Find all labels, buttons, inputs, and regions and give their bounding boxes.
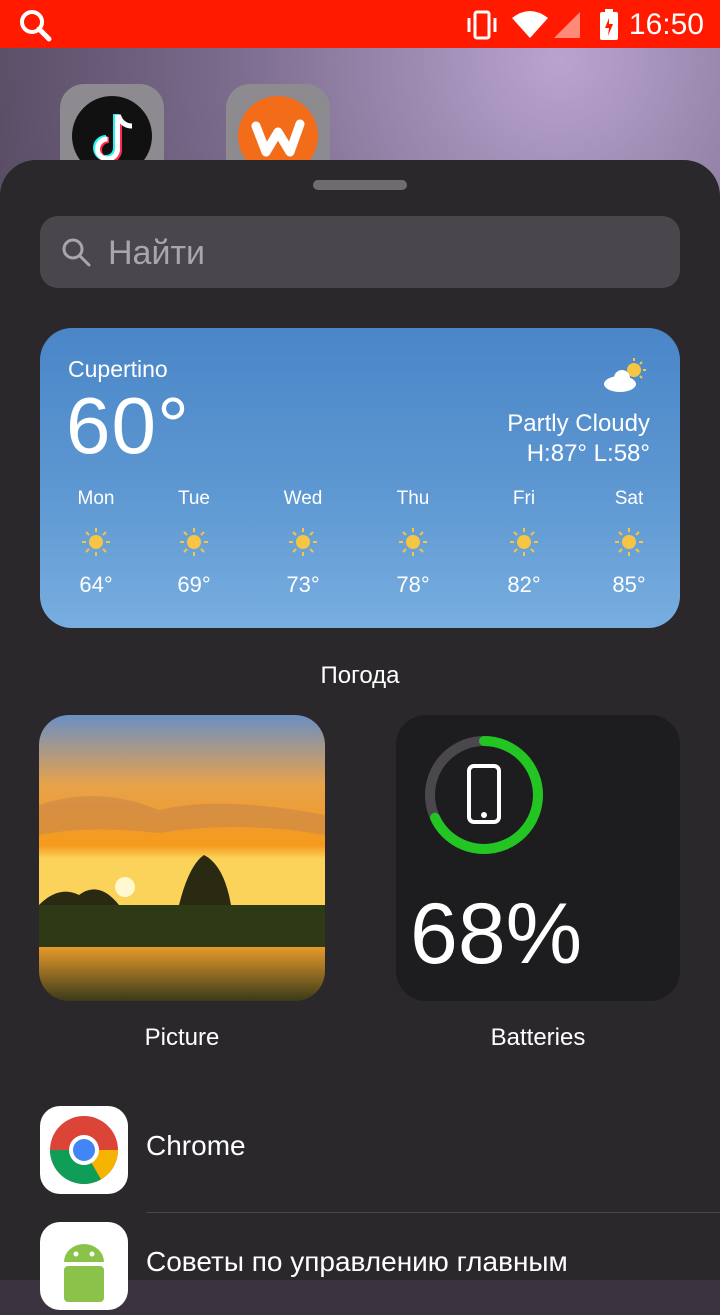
wifi-icon	[512, 11, 548, 38]
battery-widget[interactable]: 68%	[396, 715, 680, 1001]
battery-charging-icon	[600, 9, 618, 40]
status-bar: 16:50	[0, 0, 720, 48]
clock: 16:50	[628, 8, 704, 41]
forecast-day: Thu 78°	[373, 488, 453, 598]
phone-icon	[467, 764, 501, 824]
sunny-icon	[399, 528, 427, 556]
sunny-icon	[615, 528, 643, 556]
forecast-day: Sat 85°	[589, 488, 669, 598]
sunny-icon	[180, 528, 208, 556]
forecast-day-name: Wed	[283, 488, 323, 509]
battery-widget-label: Batteries	[490, 1024, 586, 1051]
forecast-temp: 85°	[612, 572, 646, 597]
list-item-chrome[interactable]: Chrome	[40, 1106, 720, 1196]
forecast-day: Wed 73°	[263, 488, 343, 598]
search-bar[interactable]	[40, 216, 680, 288]
weather-condition: Partly Cloudy	[507, 410, 650, 437]
sunny-icon	[82, 528, 110, 556]
forecast-temp: 69°	[177, 572, 211, 597]
picture-widget-label: Picture	[144, 1024, 220, 1051]
sunny-icon	[289, 528, 317, 556]
forecast-temp: 64°	[79, 572, 113, 597]
list-item-label: Chrome	[146, 1130, 246, 1161]
weather-high-low: H:87° L:58°	[526, 440, 650, 467]
forecast-day-name: Thu	[396, 488, 430, 509]
forecast-day-name: Fri	[512, 488, 536, 509]
search-input[interactable]	[106, 228, 670, 278]
weather-temperature: 60°	[66, 381, 190, 470]
vibrate-icon	[467, 10, 497, 40]
android-icon	[40, 1222, 128, 1310]
weather-city: Cupertino	[68, 356, 168, 382]
search-icon[interactable]	[18, 8, 52, 42]
search-icon	[62, 238, 91, 267]
chrome-icon	[40, 1106, 128, 1194]
forecast-temp: 82°	[507, 572, 541, 597]
signal-icon	[554, 12, 580, 38]
sunny-icon	[510, 528, 538, 556]
weather-widget-label: Погода	[320, 662, 400, 689]
forecast-day: Tue 69°	[154, 488, 234, 598]
partly-cloudy-icon	[604, 358, 646, 392]
picture-widget[interactable]	[39, 715, 325, 1001]
forecast-temp: 73°	[286, 572, 320, 597]
sunset-photo	[39, 715, 325, 1001]
list-item-home-tips[interactable]: Советы по управлению главным	[40, 1222, 720, 1312]
forecast-temp: 78°	[396, 572, 430, 597]
battery-percentage: 68%	[410, 886, 583, 982]
widget-sheet: Cupertino 60° Partly Cloudy H:87° L:58° …	[0, 160, 720, 1310]
sheet-handle[interactable]	[313, 180, 407, 190]
weather-widget[interactable]: Cupertino 60° Partly Cloudy H:87° L:58° …	[40, 328, 680, 628]
forecast-day: Fri 82°	[484, 488, 564, 598]
forecast-day-name: Sat	[614, 488, 644, 509]
list-divider	[146, 1212, 720, 1213]
battery-ring	[425, 736, 543, 854]
forecast-day: Mon 64°	[56, 488, 136, 598]
forecast-day-name: Tue	[177, 488, 211, 509]
list-item-label: Советы по управлению главным	[146, 1246, 568, 1277]
forecast-day-name: Mon	[77, 488, 115, 509]
